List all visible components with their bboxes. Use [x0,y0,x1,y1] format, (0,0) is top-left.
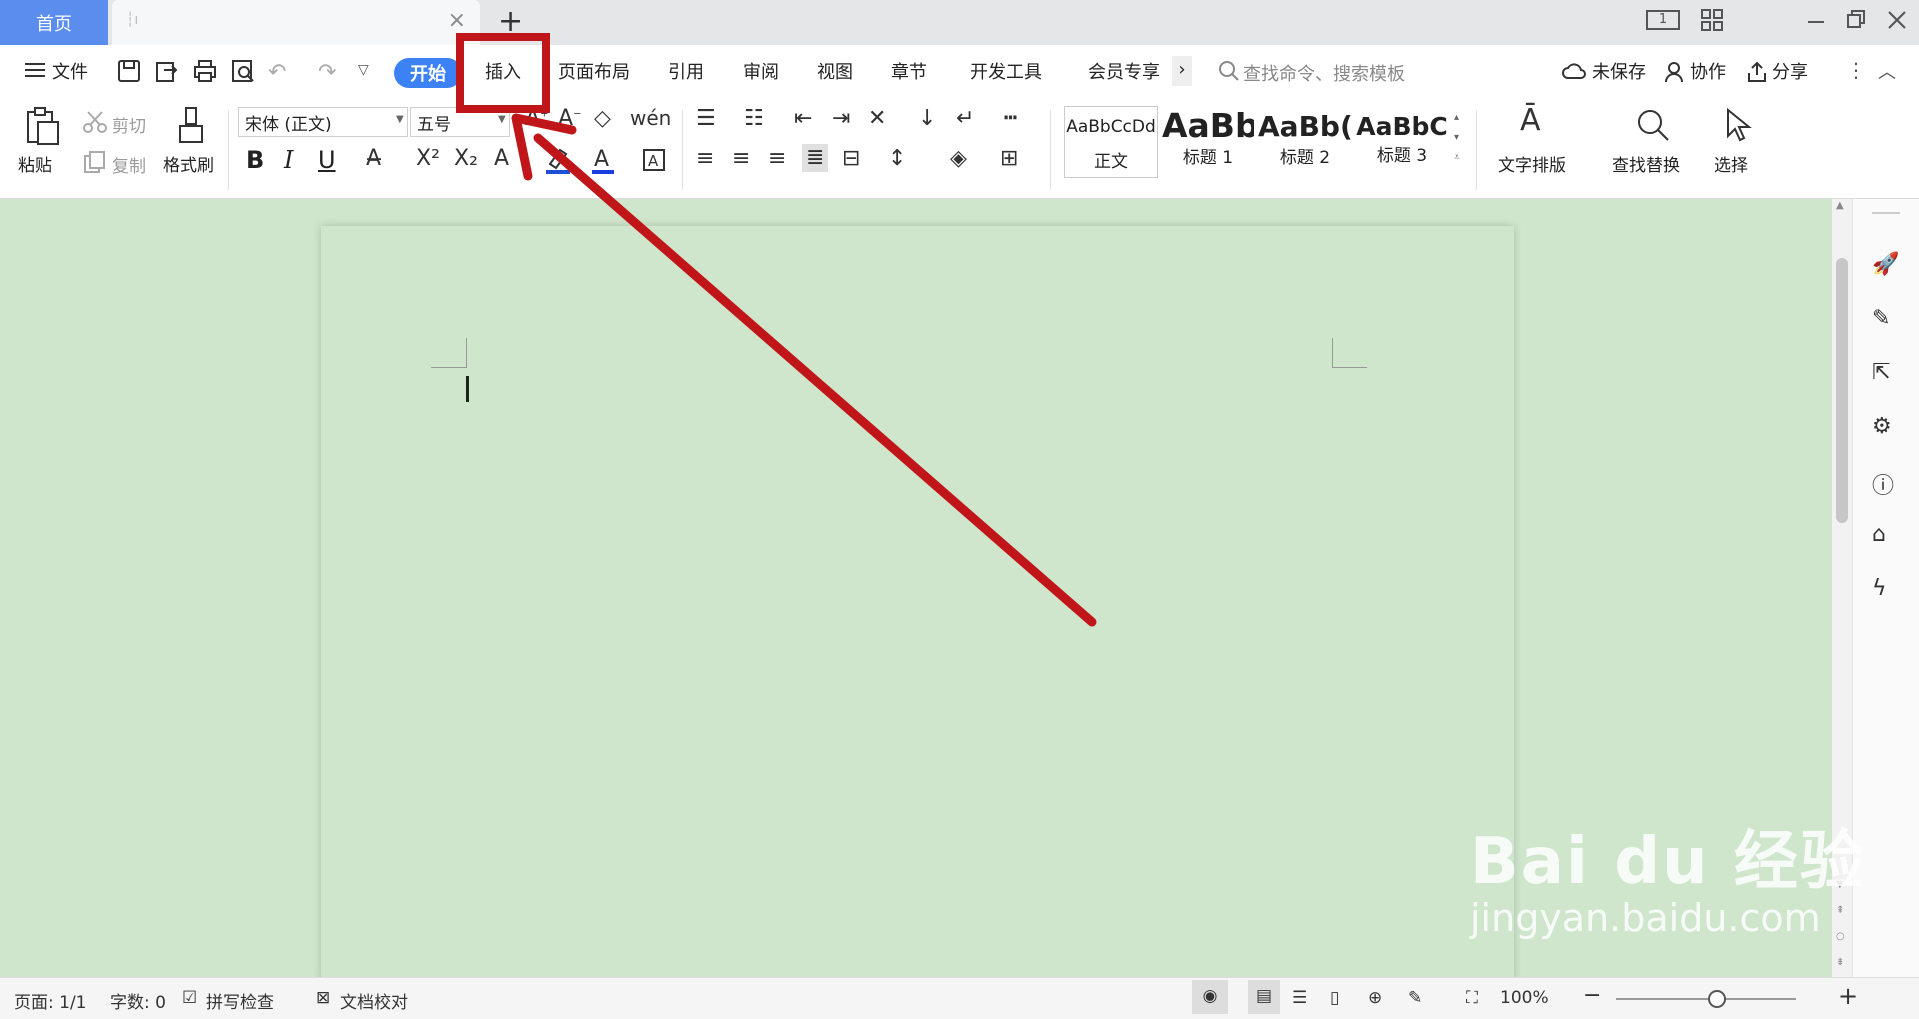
baidu-watermark: Bai du 经验 jingyan.baidu.com [1470,825,1866,940]
